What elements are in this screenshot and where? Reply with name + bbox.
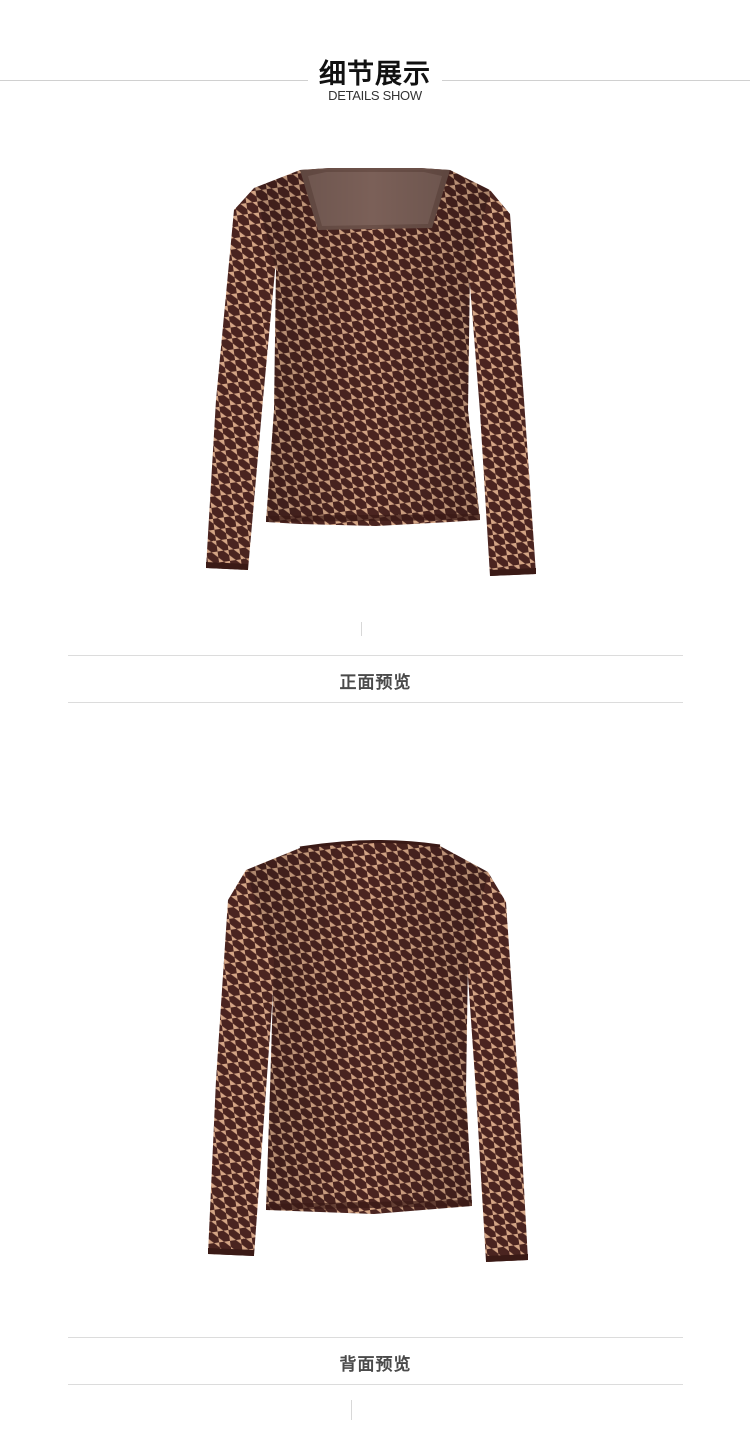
- section-header: 细节展示 DETAILS SHOW: [0, 0, 750, 110]
- caption-divider-bottom: [68, 702, 683, 703]
- back-caption-band: 背面预览: [68, 1337, 683, 1385]
- back-product-photo: [150, 830, 600, 1270]
- decorative-tick: [351, 1400, 352, 1420]
- section-title: 细节展示: [319, 59, 431, 90]
- front-product-photo: [150, 150, 600, 590]
- front-caption-band: 正面预览: [68, 655, 683, 703]
- front-caption: 正面预览: [339, 673, 412, 693]
- caption-divider-top: [68, 1337, 683, 1338]
- back-caption: 背面预览: [339, 1355, 412, 1375]
- decorative-tick: [361, 622, 362, 636]
- caption-divider-top: [68, 655, 683, 656]
- caption-divider-bottom: [68, 1384, 683, 1385]
- section-subtitle: DETAILS SHOW: [328, 88, 422, 103]
